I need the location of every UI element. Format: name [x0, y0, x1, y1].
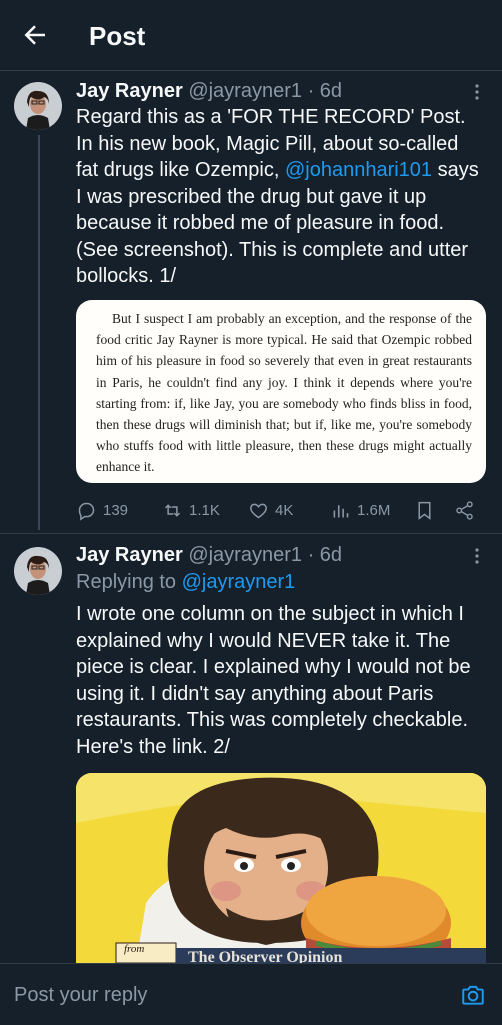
action-bar: 139 1.1K 4K 1.6M — [76, 497, 486, 523]
replying-to-label: Replying to — [76, 571, 182, 593]
repost-icon — [164, 503, 181, 517]
tweet-text: Regard this as a 'FOR THE RECORD' Post. … — [76, 104, 486, 290]
article-image[interactable]: from The Observer Opinion — [76, 773, 486, 963]
top-bar: Post — [0, 0, 502, 71]
like-count: 4K — [275, 501, 294, 519]
more-options-icon[interactable] — [470, 84, 484, 103]
share-button[interactable] — [454, 497, 475, 523]
page-title: Post — [89, 21, 146, 51]
tweet-text: I wrote one column on the subject in whi… — [76, 603, 471, 758]
book-excerpt: But I suspect I am probably an exception… — [96, 311, 472, 475]
tweet-header: Jay Rayner @jayrayner1 · 6d — [76, 78, 342, 104]
share-icon — [456, 500, 473, 520]
reply-icon — [78, 502, 95, 521]
author-name[interactable]: Jay Rayner — [76, 544, 183, 566]
avatar[interactable] — [14, 547, 62, 595]
author-handle[interactable]: @jayrayner1 — [188, 80, 302, 102]
bookmark-button[interactable] — [414, 497, 435, 523]
bookmark-icon — [418, 501, 431, 520]
post-time[interactable]: · 6d — [308, 80, 342, 102]
reply-bar: Post your reply — [0, 963, 502, 1025]
like-button[interactable]: 4K — [248, 497, 293, 523]
reply-input[interactable]: Post your reply — [14, 984, 147, 1007]
repost-button[interactable]: 1.1K — [162, 497, 220, 523]
image-caption-banner: The Observer Opinion — [188, 949, 343, 963]
avatar[interactable] — [14, 82, 62, 130]
repost-count: 1.1K — [189, 501, 220, 519]
tweet-header: Jay Rayner @jayrayner1 · 6d — [76, 542, 342, 568]
more-options-icon[interactable] — [470, 548, 484, 567]
reply-button[interactable]: 139 — [76, 497, 128, 523]
screenshot-image[interactable]: But I suspect I am probably an exception… — [76, 300, 486, 483]
thread-line — [38, 135, 40, 530]
heart-icon — [250, 503, 267, 518]
mention-link[interactable]: @johannhari101 — [285, 159, 432, 181]
post-time[interactable]: · 6d — [308, 544, 342, 566]
author-handle[interactable]: @jayrayner1 — [188, 544, 302, 566]
illustration-image — [76, 773, 486, 963]
reply-count: 139 — [103, 501, 129, 519]
divider — [0, 533, 502, 534]
image-caption-from: from — [124, 943, 145, 955]
replying-to: Replying to @jayrayner1 — [76, 569, 295, 595]
views-button[interactable]: 1.6M — [330, 497, 390, 523]
camera-icon[interactable] — [460, 982, 486, 1008]
views-icon — [333, 504, 349, 517]
views-count: 1.6M — [357, 501, 391, 519]
replying-to-link[interactable]: @jayrayner1 — [182, 571, 296, 593]
author-name[interactable]: Jay Rayner — [76, 80, 183, 102]
back-arrow-icon[interactable] — [20, 20, 50, 50]
